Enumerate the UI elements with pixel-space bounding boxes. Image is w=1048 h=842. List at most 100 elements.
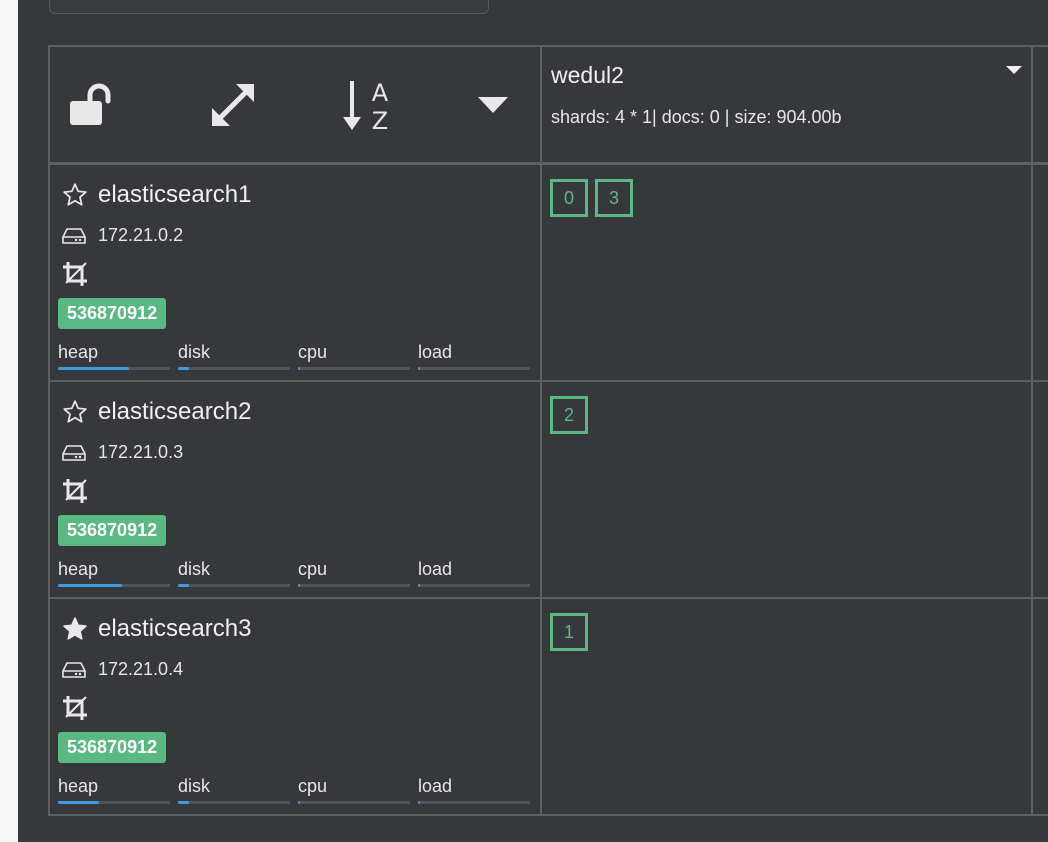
node-cell: elasticsearch2 172.21.0.3 536870912 heap… [50,382,542,599]
crop-icon [62,478,88,509]
shard-box[interactable]: 1 [550,613,588,651]
hdd-icon [62,660,86,685]
node-ip: 172.21.0.4 [98,659,184,679]
svg-text:A: A [372,79,389,107]
metric-bar [298,801,410,804]
sort-alpha-down-icon[interactable]: A Z [318,47,418,162]
metric-load: load [418,776,530,804]
index-menu-caret-icon[interactable] [1005,63,1023,81]
metric-heap: heap [58,342,170,370]
metric-heap: heap [58,776,170,804]
header-extra-cell [1033,47,1048,165]
node-name[interactable]: elasticsearch1 [98,181,251,209]
crop-icon [62,695,88,726]
metric-label: cpu [298,342,328,362]
metric-bar-fill [298,584,301,587]
toolbar-cell: A Z [50,47,542,165]
metric-label: cpu [298,559,328,579]
shard-list: 1 [550,613,588,651]
metric-label: disk [178,342,211,362]
shard-cell: 0 3 [542,165,1033,382]
hdd-icon [62,443,86,468]
metric-bar [178,367,290,370]
node-name[interactable]: elasticsearch2 [98,398,251,426]
node-row: elasticsearch2 172.21.0.3 536870912 heap… [50,382,1048,599]
metric-bar-fill [58,367,129,370]
index-header[interactable]: wedul2 shards: 4 * 1| docs: 0 | size: 90… [542,47,1033,165]
extra-cell [1033,165,1048,382]
metric-load: load [418,342,530,370]
metric-bar [178,584,290,587]
metric-cpu: cpu [298,559,410,587]
expand-icon[interactable] [175,47,290,162]
metric-label: load [418,342,453,362]
crop-icon [62,261,88,292]
metric-bar [418,584,530,587]
index-name[interactable]: wedul2 [551,62,624,89]
metric-bar [418,801,530,804]
shard-list: 0 3 [550,179,633,217]
metric-bar-fill [178,801,190,804]
metric-bar [58,584,170,587]
metric-bar [298,584,410,587]
shard-box[interactable]: 2 [550,396,588,434]
metric-disk: disk [178,559,290,587]
metric-disk: disk [178,776,290,804]
shard-cell: 1 [542,599,1033,816]
metric-bar-fill [178,367,190,370]
metric-heap: heap [58,559,170,587]
index-stats: shards: 4 * 1| docs: 0 | size: 904.00b [551,107,842,127]
memory-badge: 536870912 [58,732,167,763]
svg-text:Z: Z [372,107,388,133]
star-filled-icon[interactable] [62,616,88,647]
hdd-icon [62,226,86,251]
metric-label: cpu [298,776,328,796]
node-row: elasticsearch1 172.21.0.2 536870912 heap… [50,165,1048,382]
metric-label: heap [58,776,99,796]
shard-box[interactable]: 3 [595,179,633,217]
extra-cell [1033,599,1048,816]
metric-bar-fill [178,584,190,587]
metric-bar-fill [298,367,301,370]
metric-label: heap [58,342,99,362]
metric-cpu: cpu [298,342,410,370]
extra-cell [1033,382,1048,599]
metric-load: load [418,559,530,587]
metric-bar [418,367,530,370]
metric-cpu: cpu [298,776,410,804]
metric-bar [58,801,170,804]
star-outline-icon[interactable] [62,399,88,430]
shard-cell: 2 [542,382,1033,599]
metric-label: heap [58,559,99,579]
memory-badge: 536870912 [58,298,167,329]
shard-list: 2 [550,396,588,434]
node-cell: elasticsearch3 172.21.0.4 536870912 heap… [50,599,542,816]
node-ip: 172.21.0.2 [98,225,184,245]
metric-bar-fill [58,801,100,804]
metric-bar-fill [58,584,122,587]
metric-bar [298,367,410,370]
cluster-grid: A Z wedul2 shards: 4 * 1| docs: 0 | size… [48,45,1048,816]
shard-box[interactable]: 0 [550,179,588,217]
metric-bar-fill [298,801,301,804]
filter-input-box[interactable] [49,0,489,14]
metric-bar-fill [418,367,421,370]
node-name[interactable]: elasticsearch3 [98,615,251,643]
metric-bar-fill [418,584,421,587]
memory-badge: 536870912 [58,515,167,546]
node-cell: elasticsearch1 172.21.0.2 536870912 heap… [50,165,542,382]
metric-bar [58,367,170,370]
unlock-icon[interactable] [50,47,140,162]
caret-down-icon[interactable] [445,47,540,162]
metric-disk: disk [178,342,290,370]
metric-label: load [418,776,453,796]
metric-label: load [418,559,453,579]
star-outline-icon[interactable] [62,182,88,213]
metric-bar [178,801,290,804]
node-ip: 172.21.0.3 [98,442,184,462]
metric-label: disk [178,559,211,579]
header-row: A Z wedul2 shards: 4 * 1| docs: 0 | size… [50,47,1048,165]
metric-bar-fill [418,801,421,804]
metric-label: disk [178,776,211,796]
node-row: elasticsearch3 172.21.0.4 536870912 heap… [50,599,1048,816]
